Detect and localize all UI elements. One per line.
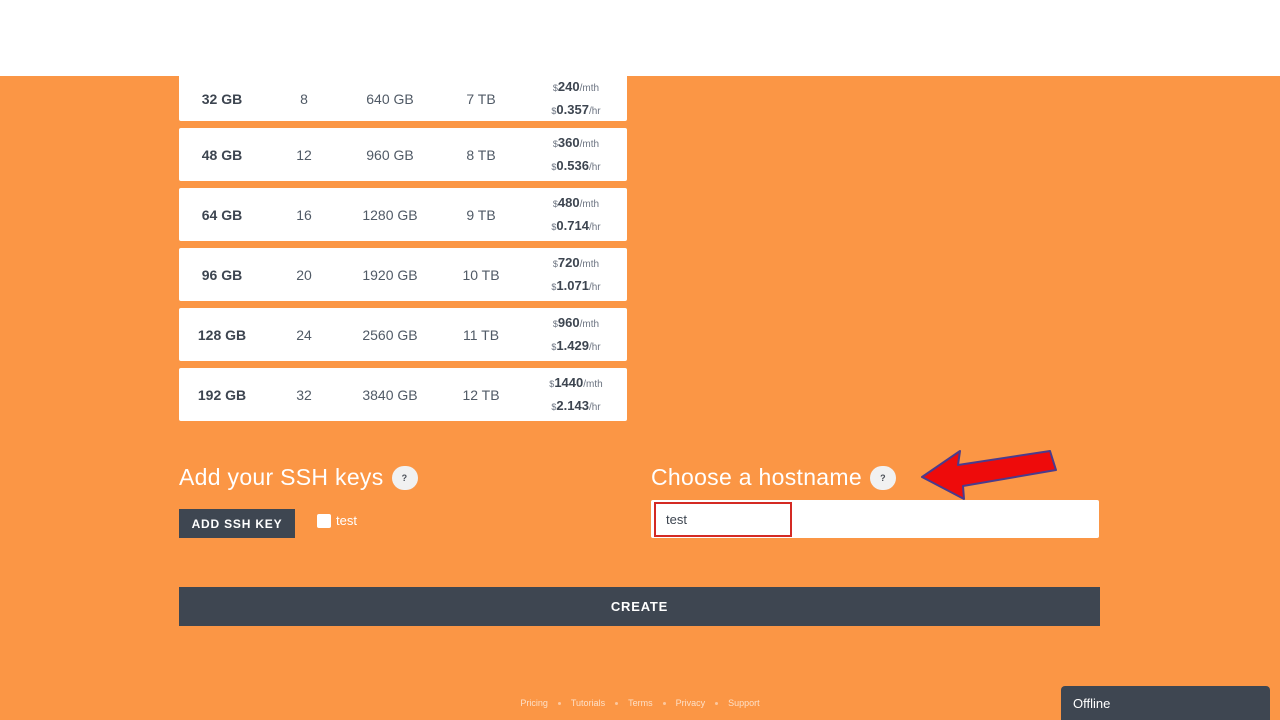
per-hour-unit: /hr [588, 341, 601, 353]
plan-transfer: 9 TB [466, 206, 496, 223]
ssh-help-icon[interactable]: ? [391, 465, 418, 490]
footer-separator [557, 701, 561, 705]
chat-status: Offline [1073, 695, 1111, 711]
price-hour-value: 0.536 [556, 157, 589, 173]
plan-memory: 128 GB [197, 326, 247, 343]
per-month-unit: /mth [579, 318, 600, 330]
plan-transfer: 10 TB [462, 266, 500, 283]
plan-price: $480/mth $0.714/hr [525, 188, 627, 241]
plan-price: $240/mth $0.357/hr [525, 76, 627, 121]
per-hour-unit: /hr [588, 401, 601, 413]
plan-cpus: 24 [296, 326, 312, 343]
plan-ssd: 2560 GB [362, 326, 418, 343]
price-month-value: 720 [557, 254, 580, 270]
top-bar [0, 0, 1280, 76]
per-month-unit: /mth [583, 378, 603, 390]
footer-separator [615, 701, 619, 705]
ssh-key-label: test [336, 513, 357, 528]
red-arrow-icon [921, 450, 1057, 500]
create-button[interactable]: CREATE [179, 587, 1100, 626]
plan-cpus: 16 [296, 206, 312, 223]
plan-price-hour: $0.536/hr [551, 155, 600, 178]
hostname-input[interactable] [654, 502, 792, 537]
plan-price-month: $720/mth [553, 252, 599, 275]
plan-row[interactable]: 48 GB 12 960 GB 8 TB $360/mth $0.536/hr [179, 128, 627, 181]
hostname-help-icon[interactable]: ? [869, 465, 896, 490]
plan-price-hour: $0.357/hr [551, 99, 600, 122]
price-month-value: 360 [557, 134, 580, 150]
plan-row[interactable]: 32 GB 8 640 GB 7 TB $240/mth $0.357/hr [179, 76, 627, 121]
plan-price-hour: $0.714/hr [551, 215, 600, 238]
plan-ssd: 1920 GB [362, 266, 418, 283]
plan-price-month: $1440/mth [549, 372, 602, 395]
plan-list: 32 GB 8 640 GB 7 TB $240/mth $0.357/hr 48 GB 12… [179, 76, 627, 428]
plan-price-hour: $1.429/hr [551, 335, 600, 358]
price-month-value: 1440 [554, 374, 584, 390]
hostname-title: Choose a hostname [651, 464, 862, 490]
footer-link-terms[interactable]: Terms [628, 698, 653, 708]
plan-memory: 192 GB [197, 386, 247, 403]
checkbox-icon[interactable] [317, 513, 331, 528]
price-hour-value: 0.714 [556, 217, 589, 233]
per-month-unit: /mth [579, 138, 600, 150]
plan-cpus: 32 [296, 386, 312, 403]
ssh-keys-title: Add your SSH keys [179, 464, 384, 490]
per-hour-unit: /hr [588, 281, 601, 293]
plan-transfer: 12 TB [462, 386, 500, 403]
plan-cpus: 20 [296, 266, 312, 283]
plan-row[interactable]: 192 GB 32 3840 GB 12 TB $1440/mth $2.143/hr [179, 368, 627, 421]
plan-ssd: 960 GB [366, 146, 414, 163]
plan-price: $720/mth $1.071/hr [525, 248, 627, 301]
footer-link-pricing[interactable]: Pricing [520, 698, 548, 708]
plan-transfer: 8 TB [466, 146, 496, 163]
price-hour-value: 0.357 [556, 101, 589, 117]
per-month-unit: /mth [579, 198, 600, 210]
ssh-key-checkbox[interactable]: test [317, 513, 357, 528]
plan-transfer: 11 TB [462, 326, 500, 343]
footer-link-tutorials[interactable]: Tutorials [571, 698, 605, 708]
ssh-keys-heading: Add your SSH keys ? [179, 464, 418, 491]
footer-separator [715, 701, 719, 705]
per-hour-unit: /hr [588, 105, 601, 117]
plan-row[interactable]: 96 GB 20 1920 GB 10 TB $720/mth $1.071/hr [179, 248, 627, 301]
hostname-heading: Choose a hostname ? [651, 464, 896, 491]
plan-memory: 64 GB [201, 206, 243, 223]
plan-memory: 32 GB [201, 90, 243, 107]
plan-price-month: $360/mth [553, 132, 599, 155]
plan-price: $1440/mth $2.143/hr [525, 368, 627, 421]
plan-price-month: $480/mth [553, 192, 599, 215]
plan-row[interactable]: 64 GB 16 1280 GB 9 TB $480/mth $0.714/hr [179, 188, 627, 241]
footer-links: Pricing Tutorials Terms Privacy Support [510, 696, 770, 710]
plan-price-month: $960/mth [553, 312, 599, 335]
plan-memory: 48 GB [201, 146, 243, 163]
chat-widget[interactable]: Offline [1061, 686, 1270, 720]
plan-cpus: 12 [296, 146, 312, 163]
plan-ssd: 1280 GB [362, 206, 418, 223]
footer-link-support[interactable]: Support [728, 698, 760, 708]
plan-price-hour: $2.143/hr [551, 395, 600, 418]
price-hour-value: 1.429 [556, 337, 589, 353]
plan-memory: 96 GB [201, 266, 243, 283]
plan-cpus: 8 [300, 90, 308, 107]
per-month-unit: /mth [579, 82, 600, 94]
add-ssh-key-button[interactable]: ADD SSH KEY [179, 509, 295, 538]
price-month-value: 240 [557, 78, 580, 94]
footer-link-privacy[interactable]: Privacy [676, 698, 706, 708]
per-month-unit: /mth [579, 258, 600, 270]
per-hour-unit: /hr [588, 221, 601, 233]
plan-transfer: 7 TB [466, 90, 496, 107]
plan-price: $960/mth $1.429/hr [525, 308, 627, 361]
plan-ssd: 640 GB [366, 90, 414, 107]
per-hour-unit: /hr [588, 161, 601, 173]
price-month-value: 480 [557, 194, 580, 210]
footer-separator [662, 701, 666, 705]
plan-price-hour: $1.071/hr [551, 275, 600, 298]
plan-price-month: $240/mth [553, 76, 599, 99]
price-month-value: 960 [557, 314, 580, 330]
plan-price: $360/mth $0.536/hr [525, 128, 627, 181]
price-hour-value: 2.143 [556, 397, 589, 413]
plan-ssd: 3840 GB [362, 386, 418, 403]
plan-row[interactable]: 128 GB 24 2560 GB 11 TB $960/mth $1.429/hr [179, 308, 627, 361]
price-hour-value: 1.071 [556, 277, 589, 293]
